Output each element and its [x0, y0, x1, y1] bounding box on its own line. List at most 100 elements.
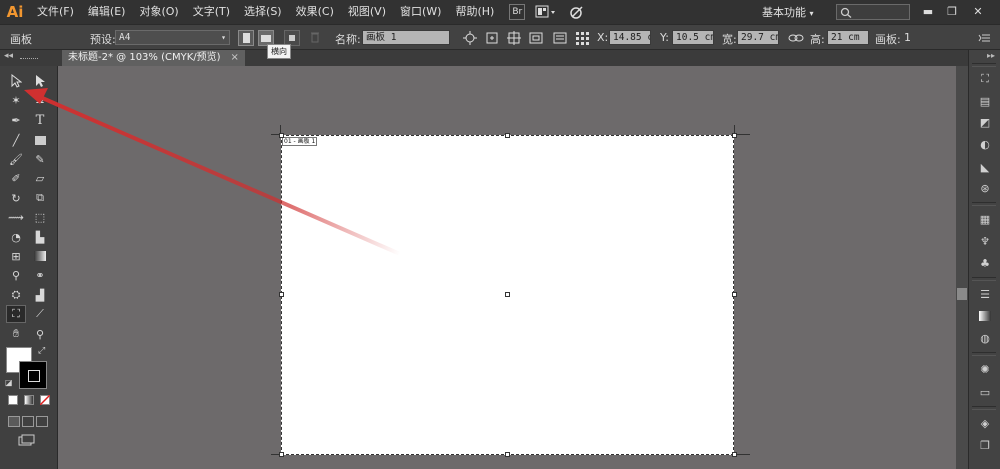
bridge-button[interactable]: Br: [509, 4, 526, 20]
artboard-handle-left[interactable]: [279, 292, 284, 297]
workspace-switcher[interactable]: 基本功能 ▾: [762, 4, 814, 20]
document-tab[interactable]: 未标题-2* @ 103% (CMYK/预览) ×: [62, 50, 245, 66]
close-window-button[interactable]: ✕: [968, 3, 988, 19]
control-panel-menu-button[interactable]: [978, 30, 994, 46]
menu-select[interactable]: 选择(S): [237, 0, 289, 24]
arrange-documents-button[interactable]: [533, 4, 559, 20]
artboard-name-field[interactable]: 画板 1: [362, 30, 450, 45]
rotate-tool[interactable]: ↻: [6, 189, 26, 207]
magic-wand-tool[interactable]: ✶: [6, 91, 26, 109]
transform-panel-button[interactable]: ⛶: [977, 72, 993, 86]
artboard-center-handle[interactable]: [505, 292, 510, 297]
mesh-tool[interactable]: ⊞: [6, 247, 26, 265]
blob-brush-tool[interactable]: ✐: [6, 169, 26, 187]
slice-tool[interactable]: ⟋: [30, 305, 50, 323]
zoom-tool[interactable]: ⚲: [30, 325, 50, 343]
y-field[interactable]: 10.5 cm: [672, 30, 714, 45]
symbol-sprayer-tool[interactable]: ⛭: [6, 286, 26, 304]
expand-panels-icon[interactable]: ▸▸: [987, 51, 995, 60]
artboard-handle-right[interactable]: [732, 292, 737, 297]
artboard-handle-top-left[interactable]: [279, 133, 284, 138]
toolbox-header[interactable]: ◂◂: [0, 50, 58, 66]
x-field[interactable]: 14.85 cm: [609, 30, 651, 45]
artboard-tool[interactable]: ⛶: [6, 305, 26, 323]
hand-tool[interactable]: ✋︎: [6, 325, 26, 343]
width-field[interactable]: 29.7 cm: [737, 30, 779, 45]
direct-selection-tool[interactable]: [30, 72, 50, 90]
stroke-color-swatch[interactable]: [20, 362, 46, 388]
constrain-proportions-button[interactable]: [788, 30, 804, 46]
menu-window[interactable]: 窗口(W): [393, 0, 448, 24]
default-fill-stroke-icon[interactable]: ◪: [5, 378, 13, 387]
video-safe-areas-button[interactable]: [528, 30, 544, 46]
menu-file[interactable]: 文件(F): [30, 0, 81, 24]
color-guide-panel-button[interactable]: ◐: [977, 137, 993, 151]
reference-point-button[interactable]: [574, 30, 590, 46]
vertical-scrollbar[interactable]: [956, 66, 968, 469]
menu-object[interactable]: 对象(O): [132, 0, 185, 24]
scale-tool[interactable]: ⧉: [30, 189, 50, 207]
menu-help[interactable]: 帮助(H): [448, 0, 501, 24]
swatches-panel-button[interactable]: ▦: [977, 212, 993, 226]
symbols-panel-button[interactable]: ♣: [977, 256, 993, 270]
gradient-panel-button[interactable]: [977, 309, 993, 323]
selection-tool[interactable]: [6, 72, 26, 90]
lasso-tool[interactable]: ᘯ: [30, 91, 50, 109]
artboard-handle-bottom-left[interactable]: [279, 452, 284, 457]
eyedropper-tool[interactable]: ⚲: [6, 266, 26, 284]
gradient-mode-button[interactable]: [24, 395, 34, 405]
artboard-handle-bottom-right[interactable]: [732, 452, 737, 457]
artboard-handle-bottom[interactable]: [505, 452, 510, 457]
perspective-grid-tool[interactable]: ▙: [30, 228, 50, 246]
pathfinder-panel-button[interactable]: ◩: [977, 115, 993, 129]
canvas[interactable]: 01 - 画板 1: [58, 66, 968, 469]
none-mode-button[interactable]: [40, 395, 50, 405]
search-input[interactable]: [836, 4, 910, 20]
transparency-panel-button[interactable]: ◍: [977, 331, 993, 345]
paintbrush-tool[interactable]: 🖌︎: [6, 150, 26, 168]
move-with-artboard-button[interactable]: [462, 30, 478, 46]
menu-view[interactable]: 视图(V): [341, 0, 393, 24]
rectangle-tool[interactable]: [30, 131, 50, 149]
delete-artboard-button[interactable]: [308, 30, 324, 46]
height-field[interactable]: 21 cm: [827, 30, 869, 45]
artboard-handle-top-right[interactable]: [732, 133, 737, 138]
swap-fill-stroke-icon[interactable]: ⤢: [38, 346, 45, 356]
restore-button[interactable]: ❐: [942, 3, 962, 19]
type-tool[interactable]: T: [30, 111, 50, 129]
eraser-tool[interactable]: ▱: [30, 169, 50, 187]
free-transform-tool[interactable]: ⬚: [30, 208, 50, 226]
pen-tool[interactable]: ✒: [6, 111, 26, 129]
menu-effect[interactable]: 效果(C): [289, 0, 341, 24]
shape-builder-tool[interactable]: ◔: [6, 228, 26, 246]
scrollbar-thumb[interactable]: [957, 288, 967, 300]
gradient-tool[interactable]: [30, 247, 50, 265]
artboard-options-button[interactable]: [552, 30, 568, 46]
color-panel-button[interactable]: ✺: [977, 362, 993, 376]
show-center-mark-button[interactable]: [484, 30, 500, 46]
blend-tool[interactable]: ⚭: [30, 266, 50, 284]
align-panel-button[interactable]: ▤: [977, 94, 993, 108]
menu-type[interactable]: 文字(T): [186, 0, 237, 24]
gpu-performance-button[interactable]: [567, 4, 587, 20]
brushes-panel-button[interactable]: ♆: [977, 234, 993, 248]
menu-edit[interactable]: 编辑(E): [81, 0, 133, 24]
layers-panel-button[interactable]: ◈: [977, 416, 993, 430]
line-segment-tool[interactable]: ╱: [6, 131, 26, 149]
draw-normal-button[interactable]: [8, 416, 20, 427]
graphic-styles-panel-button[interactable]: ◣: [977, 160, 993, 174]
column-graph-tool[interactable]: ▟: [30, 286, 50, 304]
appearance-panel-button[interactable]: ⊛: [977, 181, 993, 195]
width-tool[interactable]: ⟿: [6, 208, 26, 226]
artboard-handle-top[interactable]: [505, 133, 510, 138]
close-tab-icon[interactable]: ×: [231, 52, 239, 63]
preset-dropdown[interactable]: A4 ▾: [115, 30, 230, 45]
portrait-button[interactable]: [238, 30, 254, 46]
minimize-button[interactable]: ▬: [918, 3, 938, 19]
screen-mode-button[interactable]: [18, 434, 36, 446]
artboards-panel-button[interactable]: ❐: [977, 438, 993, 452]
stroke-panel-button[interactable]: ☰: [977, 287, 993, 301]
color-mode-button[interactable]: [8, 395, 18, 405]
draw-inside-button[interactable]: [36, 416, 48, 427]
draw-behind-button[interactable]: [22, 416, 34, 427]
